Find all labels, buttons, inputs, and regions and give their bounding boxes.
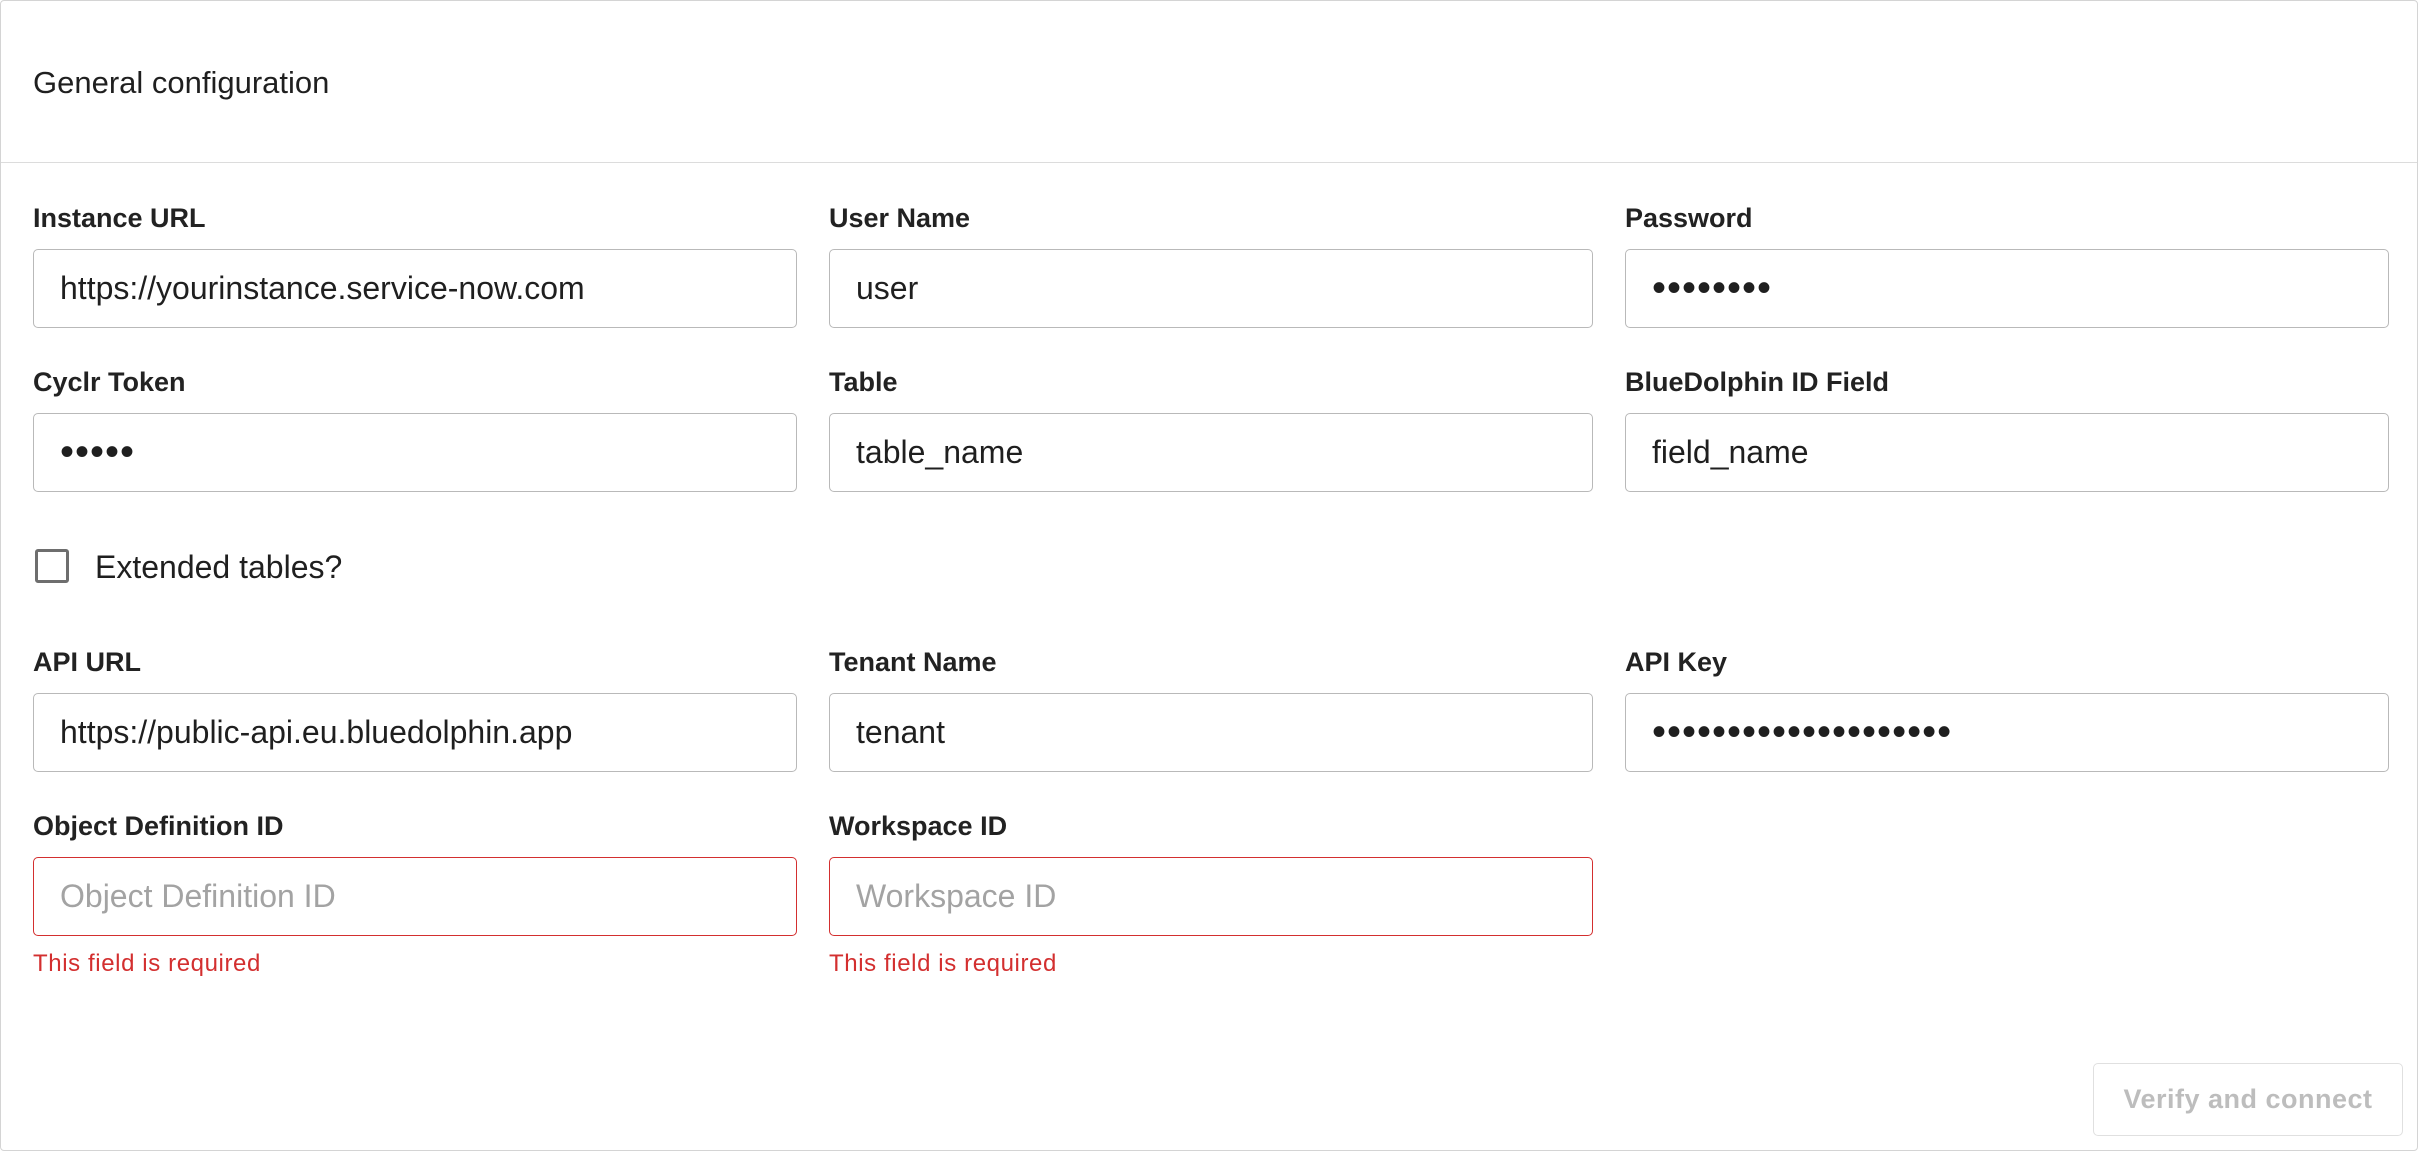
instance-url-label: Instance URL bbox=[33, 203, 206, 233]
extended-tables-label[interactable]: Extended tables? bbox=[95, 547, 342, 587]
extended-tables-checkbox[interactable] bbox=[35, 549, 69, 583]
api-key-input[interactable] bbox=[1625, 693, 2389, 772]
tenant-name-label: Tenant Name bbox=[829, 647, 997, 677]
workspace-id-error: This field is required bbox=[829, 950, 1057, 977]
object-definition-id-label: Object Definition ID bbox=[33, 811, 284, 841]
bluedolphin-id-field-input[interactable] bbox=[1625, 413, 2389, 492]
user-name-label: User Name bbox=[829, 203, 971, 233]
general-configuration-panel: General configuration Instance URL User … bbox=[0, 0, 2418, 1151]
workspace-id-label: Workspace ID bbox=[829, 811, 1008, 841]
password-input[interactable] bbox=[1625, 249, 2389, 328]
table-label: Table bbox=[829, 367, 898, 397]
api-url-label: API URL bbox=[33, 647, 141, 677]
cyclr-token-label: Cyclr Token bbox=[33, 367, 186, 397]
panel-header: General configuration bbox=[1, 1, 2417, 163]
panel-title: General configuration bbox=[33, 65, 330, 100]
cyclr-token-input[interactable] bbox=[33, 413, 797, 492]
object-definition-id-error: This field is required bbox=[33, 950, 261, 977]
instance-url-input[interactable] bbox=[33, 249, 797, 328]
password-label: Password bbox=[1625, 203, 1753, 233]
object-definition-id-input[interactable] bbox=[33, 857, 797, 936]
bluedolphin-id-field-label: BlueDolphin ID Field bbox=[1625, 367, 1889, 397]
tenant-name-input[interactable] bbox=[829, 693, 1593, 772]
verify-and-connect-button[interactable]: Verify and connect bbox=[2093, 1063, 2403, 1136]
workspace-id-input[interactable] bbox=[829, 857, 1593, 936]
api-url-input[interactable] bbox=[33, 693, 797, 772]
table-input[interactable] bbox=[829, 413, 1593, 492]
user-name-input[interactable] bbox=[829, 249, 1593, 328]
api-key-label: API Key bbox=[1625, 647, 1728, 677]
